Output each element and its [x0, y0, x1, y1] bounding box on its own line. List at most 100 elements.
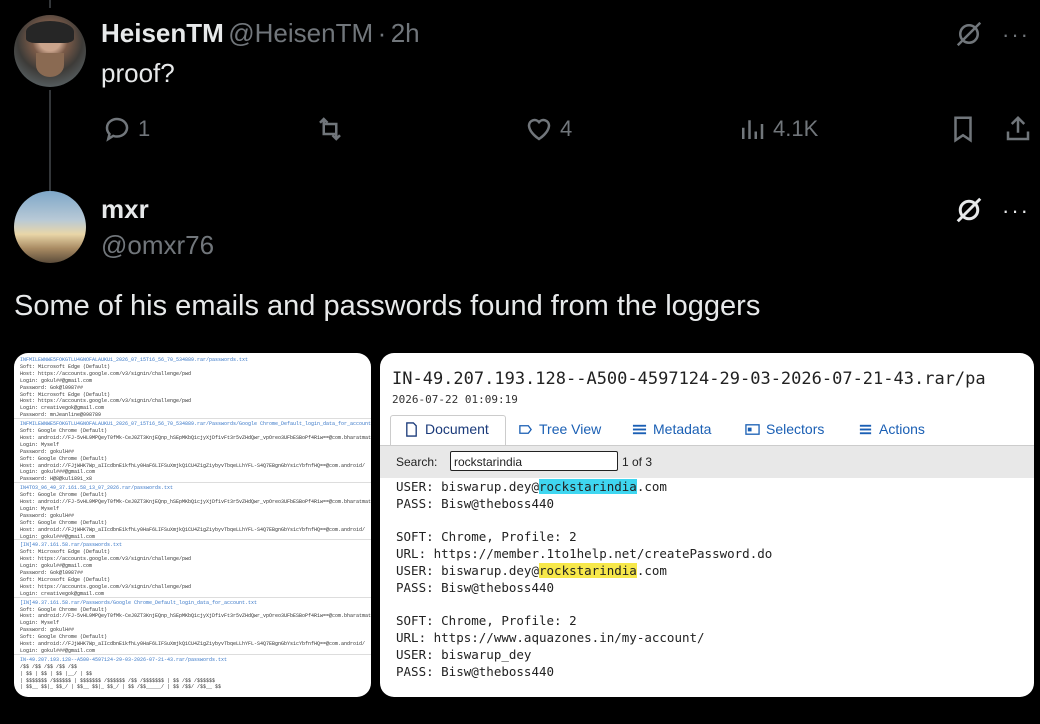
more-options-icon[interactable]: ···: [1002, 198, 1030, 224]
log-line: Login: gokul##@gmail.com: [20, 563, 93, 570]
document-line: URL: https://www.aquazones.in/my-account…: [396, 630, 705, 646]
log-line: Login: Myself: [20, 441, 60, 448]
log-file-path: INFMILEWNWE5FOKGTLU4GNOFALAUKU1_2026_07_…: [20, 357, 249, 363]
grok-icon[interactable]: [954, 19, 984, 49]
thread-connector-top: [49, 0, 51, 8]
views-icon: [742, 120, 764, 139]
document-line: USER: biswarup.dey@rockstarindia.com: [396, 563, 667, 578]
reply-button[interactable]: 1: [102, 114, 150, 144]
document-date: 2026-07-22 01:09:19: [392, 393, 518, 406]
display-name[interactable]: HeisenTM: [101, 18, 224, 48]
tab-selectors[interactable]: Selectors: [745, 421, 824, 437]
log-line: Password: gokulH##: [20, 448, 75, 455]
log-file-path: [IN]49.37.161.58.rar/passwords.txt: [20, 542, 123, 549]
tweet-time[interactable]: 2h: [391, 18, 420, 48]
reply-count: 1: [138, 116, 151, 141]
log-line: Host: android://FJ-5vHL9MPQeyT0fMk-CeJ0Z…: [20, 613, 371, 620]
tweet-header: HeisenTM @HeisenTM · 2h: [101, 18, 420, 49]
document-line: USER: biswarup_dey: [396, 647, 532, 662]
search-bar: Search: rockstarindia 1 of 3: [380, 445, 1034, 478]
document-line: PASS: Bisw@theboss440: [396, 579, 555, 595]
log-file-path: IN4TO3_96_49_37.161.58_13_07_2026.rar/pa…: [20, 485, 174, 492]
log-line: Soft: Google Chrome (Default): [20, 634, 108, 641]
log-line: Password: gokulH##: [20, 627, 75, 634]
separator-dot: ·: [377, 18, 387, 48]
log-section-divider: [14, 653, 371, 655]
log-line: Login: gokul##@gmail.com: [20, 377, 93, 384]
metadata-icon: [632, 424, 647, 434]
bookmark-button[interactable]: [948, 114, 978, 144]
log-line: Login: Myself: [20, 505, 60, 512]
document-icon: [406, 421, 417, 437]
share-button[interactable]: [1003, 114, 1033, 144]
log-line: Soft: Microsoft Edge (Default): [20, 391, 111, 398]
bookmark-icon: [954, 116, 972, 143]
tab-metadata[interactable]: Metadata: [632, 421, 711, 437]
document-line: PASS: Bisw@theboss440: [396, 663, 555, 679]
document-line: SOFT: Chrome, Profile: 2: [396, 613, 577, 629]
document-line: SOFT: Chrome, Profile: 2: [396, 529, 577, 545]
search-match-count: 1 of 3: [622, 455, 653, 469]
media-image-viewer[interactable]: IN-49.207.193.128--A500-4597124-29-03-20…: [380, 353, 1034, 697]
document-line: USER: biswarup.dey@rockstarindia.com: [396, 479, 667, 494]
tab-label: Document: [425, 421, 489, 437]
actions-icon: [859, 424, 872, 434]
search-highlight: rockstarindia: [539, 479, 637, 494]
log-line: Host: android://FJ-5vHL9MPQeyT0fMk-CeJ0Z…: [20, 499, 371, 505]
like-button[interactable]: 4: [524, 114, 572, 144]
log-line: Soft: Google Chrome (Default): [20, 492, 108, 499]
tab-document[interactable]: Document: [404, 421, 489, 437]
log-line: Password: gokulH##: [20, 512, 75, 519]
log-line: Password: Gok@l0987##: [20, 384, 84, 391]
log-line: Soft: Microsoft Edge (Default): [20, 549, 111, 556]
log-line: Host: android://FJjWHK7Wp_aIIcdbnE1kfhLy…: [20, 526, 366, 533]
log-section-divider: [14, 482, 371, 484]
log-line: Soft: Microsoft Edge (Default): [20, 363, 111, 370]
views-button[interactable]: 4.1K: [737, 114, 818, 144]
avatar[interactable]: [14, 191, 86, 263]
tab-label: Tree View: [539, 421, 602, 437]
log-line: Host: android://FJjWHK7Wp_aIIcdbnE1kfhLy…: [20, 462, 366, 469]
media-image-logs[interactable]: INFMILEWNWE5FOKGTLU4GNOFALAUKU1_2026_07_…: [14, 353, 371, 697]
viewer-tabs: Document Tree View Metadata Selectors Ac…: [380, 415, 1034, 446]
log-line: Soft: Microsoft Edge (Default): [20, 576, 111, 583]
reply-icon: [105, 117, 129, 142]
log-file-path: [IN]49.37.161.58.rar/Passwords/Google Ch…: [20, 599, 258, 606]
more-options-icon[interactable]: ···: [1002, 22, 1030, 48]
like-count: 4: [560, 116, 573, 141]
log-file-path: IN-49.207.193.128--A500-4597124-29-03-20…: [20, 656, 228, 663]
retweet-button[interactable]: [315, 114, 345, 144]
log-section-divider: [14, 418, 371, 420]
grok-icon[interactable]: [954, 195, 984, 225]
display-name[interactable]: mxr: [101, 194, 149, 225]
document-line: PASS: Bisw@theboss440: [396, 495, 555, 511]
search-label: Search:: [396, 455, 438, 469]
user-handle[interactable]: @HeisenTM: [228, 18, 373, 48]
heart-icon: [527, 118, 551, 141]
log-line: Login: creativegok@gmail.com: [20, 405, 105, 412]
avatar[interactable]: [14, 15, 86, 87]
log-line: Host: https://accounts.google.com/v3/sig…: [20, 583, 192, 590]
tab-label: Selectors: [766, 421, 825, 437]
log-line: Host: https://accounts.google.com/v3/sig…: [20, 398, 192, 405]
search-input[interactable]: rockstarindia: [450, 451, 618, 471]
tweet-text: Some of his emails and passwords found f…: [14, 290, 761, 322]
log-line: Host: https://accounts.google.com/v3/sig…: [20, 556, 192, 563]
tab-label: Metadata: [653, 421, 712, 437]
user-handle[interactable]: @omxr76: [101, 230, 214, 261]
log-line: Host: android://FJ-5vHL9MPQeyT0fMk-CeJ0Z…: [20, 434, 371, 441]
log-line: | $$ | $$ | $$ |__/ | $$: [20, 670, 93, 677]
log-line: Soft: Google Chrome (Default): [20, 519, 108, 526]
tweet-text: proof?: [101, 58, 175, 88]
tab-actions[interactable]: Actions: [858, 421, 925, 437]
search-highlight: rockstarindia: [539, 563, 637, 578]
tab-label: Actions: [879, 421, 925, 437]
log-line: /$$ /$$ /$$ /$$ /$$: [20, 663, 78, 670]
log-section-divider: [14, 596, 371, 598]
log-line: | $$__ $$|_ $$_/ | $$__ $$|_ $$_/ | $$ /…: [20, 684, 222, 691]
retweet-icon: [319, 117, 341, 141]
log-file-path: INFMILEWNWE5FOKGTLU4GNOFALAUKU1_2026_07_…: [20, 421, 371, 428]
log-line: Host: https://accounts.google.com/v3/sig…: [20, 370, 192, 377]
tab-tree-view[interactable]: Tree View: [518, 421, 601, 437]
log-line: Login: gokul###@gmail.com: [20, 469, 96, 476]
